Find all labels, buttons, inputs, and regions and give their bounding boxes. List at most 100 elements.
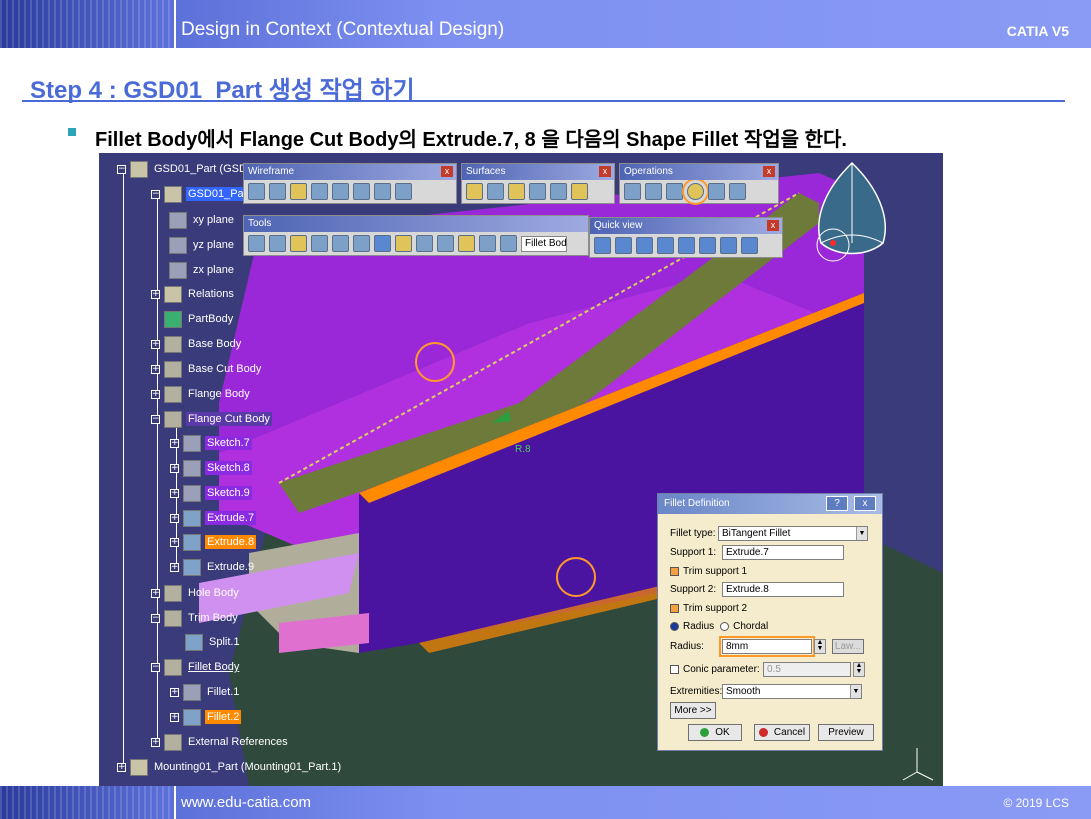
tree-node-hole-body[interactable]: + Hole Body xyxy=(151,583,241,603)
more-button[interactable]: More >> xyxy=(670,702,716,719)
tree-node-flange-body[interactable]: + Flange Body xyxy=(151,384,252,404)
tools-toolbar[interactable]: Tools Fillet Bod xyxy=(243,215,589,256)
tree-node-root[interactable]: − GSD01_Part (GSD xyxy=(117,159,249,179)
trim-support2-row[interactable]: Trim support 2 xyxy=(670,603,747,614)
close-icon[interactable]: x xyxy=(763,166,775,177)
expand-icon[interactable]: + xyxy=(151,389,160,399)
offset-icon[interactable] xyxy=(332,183,349,200)
expand-icon[interactable]: + xyxy=(170,712,179,722)
tree-node-base-body[interactable]: + Base Body xyxy=(151,334,243,354)
trim-support1-row[interactable]: Trim support 1 xyxy=(670,566,747,577)
expand-icon[interactable]: + xyxy=(151,289,160,299)
tree-node-fillet-1[interactable]: + Fillet.1 xyxy=(170,682,241,702)
shape-fillet-icon[interactable] xyxy=(682,178,709,205)
expand-icon[interactable]: + xyxy=(151,339,160,349)
chevron-down-icon[interactable]: ▼ xyxy=(850,685,861,698)
close-button[interactable]: x xyxy=(854,496,876,511)
expand-icon[interactable]: + xyxy=(151,588,160,598)
footer-url[interactable]: www.edu-catia.com xyxy=(181,794,311,811)
snap-icon[interactable] xyxy=(353,235,370,252)
scan-icon[interactable] xyxy=(437,235,454,252)
current-body-field[interactable]: Fillet Bod xyxy=(521,235,567,252)
blend-icon[interactable] xyxy=(571,183,588,200)
tree-node-trim-body[interactable]: − Trim Body xyxy=(151,608,240,628)
point-icon[interactable] xyxy=(248,183,265,200)
parallel-curve-icon[interactable] xyxy=(353,183,370,200)
projection-icon[interactable] xyxy=(311,183,328,200)
front-view-icon[interactable] xyxy=(615,237,632,254)
collapse-icon[interactable]: − xyxy=(151,613,160,623)
tree-node-sketch-9[interactable]: + Sketch.9 xyxy=(170,483,252,503)
expand-icon[interactable]: + xyxy=(170,562,179,572)
support1-field[interactable]: Extrude.7 xyxy=(722,545,844,560)
extremities-select[interactable]: Smooth ▼ xyxy=(722,684,862,699)
collapse-icon[interactable]: − xyxy=(151,662,160,672)
datum-icon[interactable] xyxy=(395,235,412,252)
conic-spinner-icon[interactable]: ▲ ▼ xyxy=(853,662,865,677)
catalog-icon[interactable] xyxy=(416,235,433,252)
conic-checkbox[interactable] xyxy=(670,665,679,674)
wireframe-toolbar[interactable]: Wireframe x xyxy=(243,163,457,204)
expand-icon[interactable]: + xyxy=(151,737,160,747)
iso-view-icon[interactable] xyxy=(594,237,611,254)
tree-node-flange-cut-body[interactable]: − Flange Cut Body xyxy=(151,409,272,429)
split-icon[interactable] xyxy=(645,183,662,200)
conic-field[interactable]: 0.5 xyxy=(763,662,851,677)
work-on-support-icon[interactable] xyxy=(332,235,349,252)
compass-icon[interactable] xyxy=(807,157,897,267)
fillet-definition-dialog[interactable]: Fillet Definition ? x Fillet type: BiTan… xyxy=(657,493,883,751)
tree-node-relations[interactable]: + Relations xyxy=(151,284,236,304)
expand-icon[interactable]: + xyxy=(117,762,126,772)
support2-field[interactable]: Extrude.8 xyxy=(722,582,844,597)
axis-system-icon[interactable] xyxy=(290,235,307,252)
close-icon[interactable]: x xyxy=(441,166,453,177)
fillet-type-select[interactable]: BiTangent Fillet ▼ xyxy=(718,526,868,541)
tree-node-fillet-2[interactable]: + Fillet.2 xyxy=(170,707,242,727)
plane-icon[interactable] xyxy=(290,183,307,200)
operations-toolbar[interactable]: Operations x xyxy=(619,163,779,205)
cut-icon[interactable] xyxy=(269,235,286,252)
expand-icon[interactable]: + xyxy=(170,438,179,448)
radius-spinner-icon[interactable]: ▲ ▼ xyxy=(814,639,826,654)
sweep-icon[interactable] xyxy=(508,183,525,200)
extrapolate-icon[interactable] xyxy=(729,183,746,200)
cancel-button[interactable]: Cancel xyxy=(754,724,810,741)
hide-show-icon[interactable] xyxy=(458,235,475,252)
back-view-icon[interactable] xyxy=(636,237,653,254)
tree-node-fillet-body[interactable]: − Fillet Body xyxy=(151,657,241,677)
measure-icon[interactable] xyxy=(479,235,496,252)
expand-icon[interactable]: + xyxy=(170,687,179,697)
catia-viewport[interactable]: R.8 − GSD01_Part (GSD − GSD01_Part xy pl… xyxy=(99,153,943,786)
help-button[interactable]: ? xyxy=(826,496,848,511)
chordal-radio[interactable] xyxy=(720,622,730,631)
tree-node-extrude-9[interactable]: + Extrude.9 xyxy=(170,557,256,577)
tree-node-zx-plane[interactable]: zx plane xyxy=(169,260,236,280)
radius-radio[interactable] xyxy=(670,622,679,631)
tree-node-base-cut-body[interactable]: + Base Cut Body xyxy=(151,359,263,379)
cube-icon[interactable] xyxy=(374,235,391,252)
expand-icon[interactable]: + xyxy=(170,537,179,547)
line-icon[interactable] xyxy=(269,183,286,200)
ok-button[interactable]: OK xyxy=(688,724,742,741)
tree-node-xy-plane[interactable]: xy plane xyxy=(169,210,236,230)
trim-support2-checkbox[interactable] xyxy=(670,604,679,613)
extrude-icon[interactable] xyxy=(466,183,483,200)
boundary-icon[interactable] xyxy=(666,183,683,200)
translate-icon[interactable] xyxy=(708,183,725,200)
surfaces-toolbar[interactable]: Surfaces x xyxy=(461,163,615,204)
left-view-icon[interactable] xyxy=(657,237,674,254)
right-view-icon[interactable] xyxy=(678,237,695,254)
fill-icon[interactable] xyxy=(529,183,546,200)
loft-icon[interactable] xyxy=(550,183,567,200)
update-icon[interactable] xyxy=(248,235,265,252)
circle-icon[interactable] xyxy=(374,183,391,200)
tree-node-external-references[interactable]: + External References xyxy=(151,732,290,752)
offset-surface-icon[interactable] xyxy=(487,183,504,200)
preview-button[interactable]: Preview xyxy=(818,724,874,741)
body-selector-icon[interactable] xyxy=(500,235,517,252)
grid-icon[interactable] xyxy=(311,235,328,252)
spline-icon[interactable] xyxy=(395,183,412,200)
trim-support1-checkbox[interactable] xyxy=(670,567,679,576)
expand-icon[interactable]: + xyxy=(170,513,179,523)
bottom-view-icon[interactable] xyxy=(720,237,737,254)
